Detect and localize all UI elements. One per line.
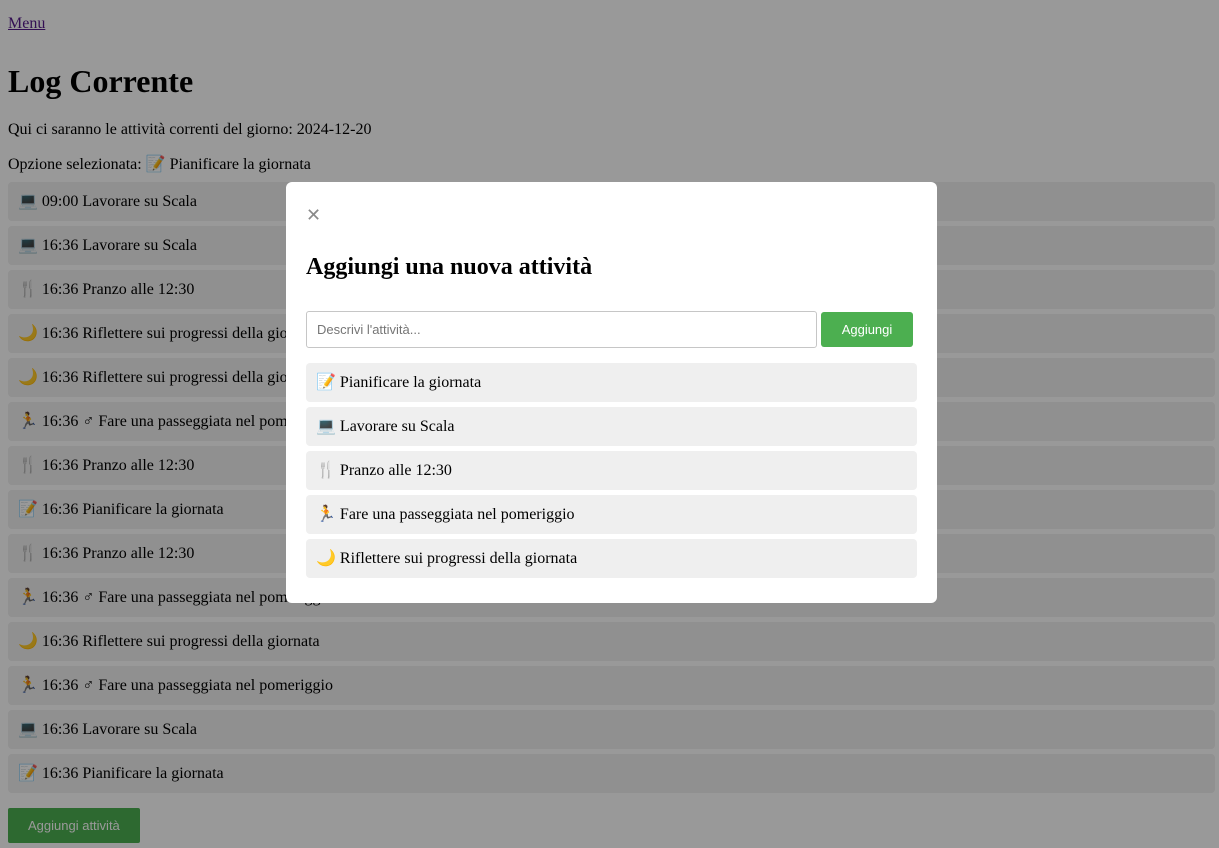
activity-input-row: Aggiungi bbox=[306, 311, 913, 348]
activity-description-input[interactable] bbox=[306, 311, 817, 348]
modal-title: Aggiungi una nuova attività bbox=[306, 254, 593, 280]
add-button[interactable]: Aggiungi bbox=[821, 312, 913, 347]
close-icon[interactable]: ✕ bbox=[306, 206, 321, 226]
option-item-lunch[interactable]: 🍴 Pranzo alle 12:30 bbox=[306, 451, 917, 490]
option-item-work-scala[interactable]: 💻 Lavorare su Scala bbox=[306, 407, 917, 446]
add-activity-modal: ✕ Aggiungi una nuova attività Aggiungi 📝… bbox=[286, 182, 937, 603]
option-item-plan-day[interactable]: 📝 Pianificare la giornata bbox=[306, 363, 917, 402]
option-item-reflect[interactable]: 🌙 Riflettere sui progressi della giornat… bbox=[306, 539, 917, 578]
activity-options-list: 📝 Pianificare la giornata 💻 Lavorare su … bbox=[306, 363, 917, 583]
option-item-walk[interactable]: 🏃 Fare una passeggiata nel pomeriggio bbox=[306, 495, 917, 534]
